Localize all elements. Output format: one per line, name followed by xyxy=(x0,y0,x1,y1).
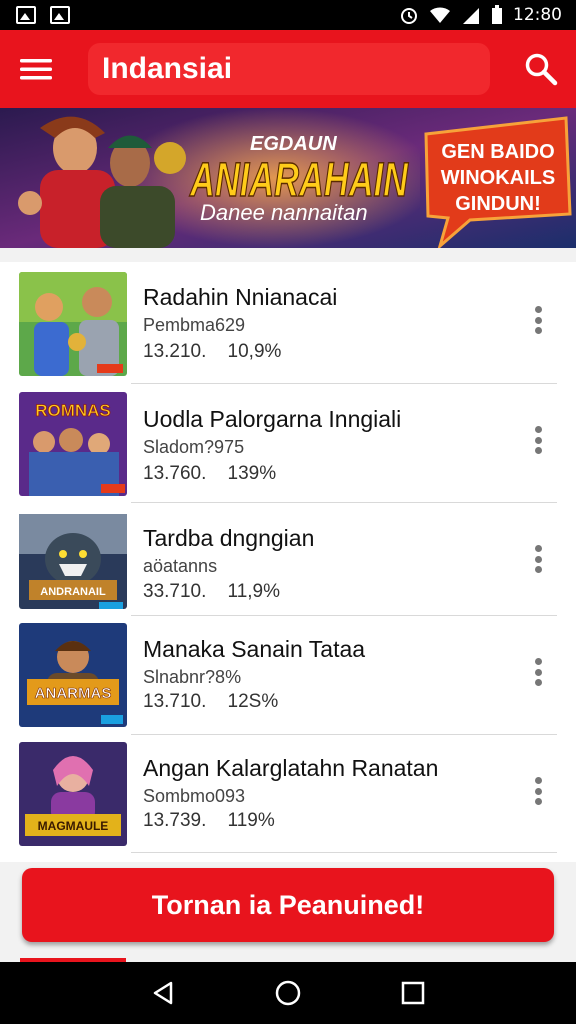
more-options-icon[interactable] xyxy=(528,422,548,458)
list-item[interactable]: ROMNAS Uodla Palorgarna Inngiali Sladom?… xyxy=(0,384,576,502)
status-bar: 12:80 xyxy=(0,0,576,30)
system-nav-bar xyxy=(0,962,576,1024)
more-options-icon[interactable] xyxy=(528,654,548,690)
app-bar: Indansiai xyxy=(0,30,576,108)
banner-kicker: EGDAUN xyxy=(250,133,337,155)
status-time: 12:80 xyxy=(513,5,562,25)
app-title: Indansiai xyxy=(88,43,490,95)
game-subtitle: Pembma629 xyxy=(143,315,246,335)
game-thumbnail xyxy=(19,272,127,376)
stat-percent: 11,9% xyxy=(227,581,280,602)
list-item[interactable]: MAGMAULE Angan Kalarglatahn Ranatan Somb… xyxy=(0,735,576,853)
hamburger-menu-icon xyxy=(20,59,52,80)
badge-line-3: GINDUN! xyxy=(455,193,541,215)
game-thumbnail: ANARMAS xyxy=(19,623,127,727)
game-subtitle: Sombmo093 xyxy=(143,786,246,806)
back-icon[interactable] xyxy=(149,979,177,1007)
battery-icon xyxy=(492,5,502,24)
game-title: Angan Kalarglatahn Ranatan xyxy=(143,755,439,781)
badge-line-1: GEN BAIDO xyxy=(441,141,554,163)
game-thumbnail: ROMNAS xyxy=(19,392,127,496)
list-item[interactable]: Radahin Nnianacai Pembma629 13.210. 10,9… xyxy=(0,262,576,382)
stat-percent: 139% xyxy=(227,463,277,484)
stat-count: 13.210. xyxy=(143,341,207,362)
gallery-notification-icon xyxy=(50,6,70,24)
badge-line-2: WINOKAILS xyxy=(441,167,555,189)
game-title: Radahin Nnianacai xyxy=(143,284,338,310)
image-notification-icon xyxy=(16,6,36,24)
game-title: Tardba dngngian xyxy=(143,525,315,551)
stat-count: 13.760. xyxy=(143,463,207,484)
wifi-icon xyxy=(430,7,450,24)
promo-banner[interactable]: EGDAUN ANIARAHAIN Danee nannaitan GEN BA… xyxy=(0,108,576,248)
stat-count: 13.710. xyxy=(143,691,207,712)
game-title: Manaka Sanain Tataa xyxy=(143,636,366,662)
game-stats: 13.760. 139% xyxy=(143,463,276,485)
signal-icon xyxy=(463,8,479,24)
game-title: Uodla Palorgarna Inngiali xyxy=(143,406,402,432)
recents-icon[interactable] xyxy=(399,979,427,1007)
thumb-logo: ANDRANAIL xyxy=(40,586,106,598)
banner-tagline: Danee nannaitan xyxy=(200,200,368,225)
list-divider xyxy=(131,852,557,853)
game-subtitle: aöatanns xyxy=(143,556,218,576)
game-thumbnail: MAGMAULE xyxy=(19,742,127,846)
game-stats: 13.210. 10,9% xyxy=(143,341,281,363)
thumb-logo: ROMNAS xyxy=(35,401,111,420)
search-icon[interactable] xyxy=(524,52,558,86)
more-options-icon[interactable] xyxy=(528,541,548,577)
game-stats: 33.710. 11,9% xyxy=(143,581,280,603)
game-stats: 13.710. 12S% xyxy=(143,691,278,713)
thumb-logo: ANARMAS xyxy=(35,685,112,702)
game-stats: 13.739. 119% xyxy=(143,810,275,832)
banner-artwork: EGDAUN ANIARAHAIN Danee nannaitan GEN BA… xyxy=(0,108,576,248)
list-item[interactable]: ANDRANAIL Tardba dngngian aöatanns 33.71… xyxy=(0,503,576,615)
game-list: Radahin Nnianacai Pembma629 13.210. 10,9… xyxy=(0,262,576,862)
more-options-icon[interactable] xyxy=(528,773,548,809)
menu-button[interactable] xyxy=(0,30,72,108)
game-thumbnail: ANDRANAIL xyxy=(19,511,127,609)
game-subtitle: Slnabnr?8% xyxy=(143,667,242,687)
thumb-logo: MAGMAULE xyxy=(38,819,109,833)
stat-percent: 10,9% xyxy=(227,341,282,362)
home-icon[interactable] xyxy=(274,979,302,1007)
game-subtitle: Sladom?975 xyxy=(143,437,245,457)
cta-button[interactable]: Tornan ia Peanuined! xyxy=(22,868,554,942)
status-indicators: 12:80 xyxy=(399,5,562,25)
stat-count: 33.710. xyxy=(143,581,207,602)
stat-count: 13.739. xyxy=(143,810,207,831)
list-item[interactable]: ANARMAS Manaka Sanain Tataa Slnabnr?8% 1… xyxy=(0,616,576,734)
stat-percent: 119% xyxy=(227,810,275,831)
stat-percent: 12S% xyxy=(227,691,279,712)
alarm-icon xyxy=(401,8,417,24)
notification-icons xyxy=(16,6,70,24)
more-options-icon[interactable] xyxy=(528,302,548,338)
